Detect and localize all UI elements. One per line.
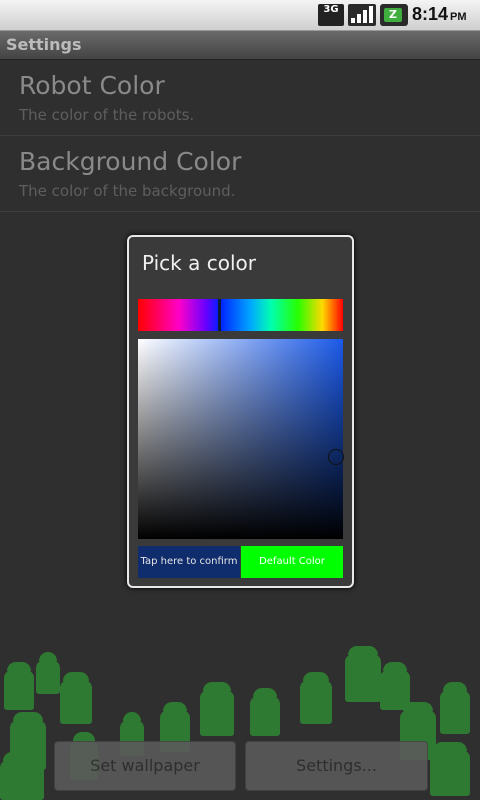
hue-slider[interactable] [138,299,343,331]
set-wallpaper-button[interactable]: Set wallpaper [54,741,236,791]
color-picker-dialog: Pick a color Tap here to confirm Default… [127,235,354,588]
saturation-value-picker[interactable] [138,339,344,539]
pref-summary: The color of the robots. [19,106,195,124]
color-cursor[interactable] [328,449,344,465]
dialog-title: Pick a color [142,251,256,275]
network-3g-icon: 3G [318,4,344,26]
title-bar: Settings [0,31,480,60]
hue-slider-marker[interactable] [218,299,221,331]
signal-strength-icon [348,4,376,26]
pref-title: Background Color [19,147,242,176]
pref-background-color[interactable]: Background Color The color of the backgr… [0,136,480,212]
pref-summary: The color of the background. [19,182,236,200]
confirm-color-button[interactable]: Tap here to confirm [138,546,240,578]
settings-button[interactable]: Settings... [245,741,428,791]
status-bar: 3G Z 8:14 PM [0,0,480,31]
default-color-button[interactable]: Default Color [241,546,343,578]
clock: 8:14 PM [412,4,467,24]
pref-title: Robot Color [19,71,165,100]
battery-icon: Z [380,4,408,26]
page-title: Settings [6,35,82,54]
pref-robot-color[interactable]: Robot Color The color of the robots. [0,60,480,136]
